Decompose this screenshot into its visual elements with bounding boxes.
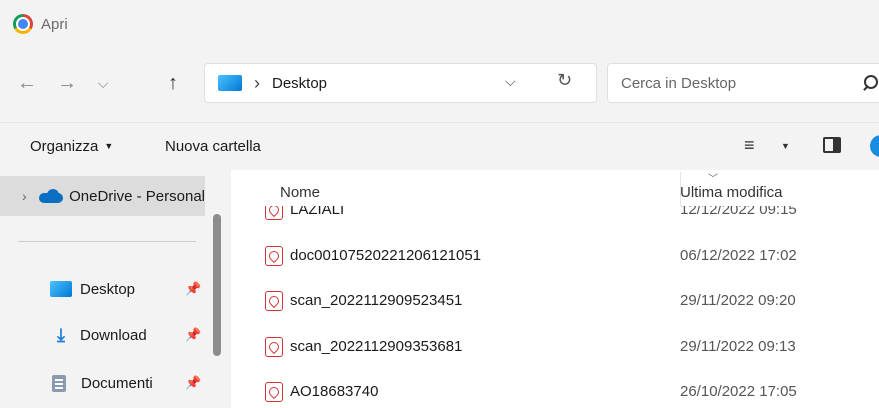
search-icon[interactable] (863, 74, 879, 92)
file-modified-date: 26/10/2022 17:05 (680, 383, 797, 400)
download-icon: ⤓ (57, 324, 65, 345)
sidebar-item-desktop[interactable]: Desktop 📌 (50, 274, 215, 304)
chevron-down-icon[interactable]: ⌵ (505, 73, 516, 90)
arrow-right-icon[interactable]: → (52, 70, 82, 96)
table-row[interactable]: scan_2022112909353681 29/11/2022 09:13 (231, 327, 879, 367)
chrome-logo-icon (13, 14, 33, 34)
pdf-file-icon (265, 382, 283, 402)
chevron-right-icon[interactable]: › (22, 188, 29, 204)
navigation-pane: › OneDrive - Personal Desktop 📌 ⤓ Downlo… (0, 170, 231, 408)
file-name: scan_2022112909523451 (290, 292, 463, 309)
refresh-icon[interactable]: ↻ (557, 70, 572, 91)
sidebar-item-onedrive[interactable]: › OneDrive - Personal (0, 176, 205, 216)
pdf-file-icon (265, 246, 283, 266)
sidebar-item-label: Documenti (81, 374, 153, 392)
sidebar-item-documents[interactable]: Documenti 📌 (50, 368, 215, 398)
window-title: Apri (41, 15, 68, 33)
caret-down-icon[interactable]: ▼ (781, 141, 790, 151)
search-box[interactable] (607, 63, 879, 103)
sidebar-item-label: Desktop (80, 280, 136, 298)
table-row[interactable]: AO18683740 26/10/2022 17:05 (231, 372, 879, 408)
organize-label: Organizza (30, 138, 99, 155)
file-name: AO18683740 (290, 383, 379, 400)
sidebar-item-label: Download (80, 326, 147, 344)
organize-button[interactable]: Organizza ▼ (30, 138, 113, 155)
file-modified-date: 06/12/2022 17:02 (680, 247, 797, 264)
arrow-left-icon[interactable]: ← (12, 70, 42, 96)
file-modified-date: 29/11/2022 09:20 (680, 292, 796, 309)
table-row[interactable]: scan_2022112909523451 29/11/2022 09:20 (231, 281, 879, 321)
help-icon[interactable] (870, 135, 879, 157)
new-folder-button[interactable]: Nuova cartella (165, 138, 261, 155)
sidebar-item-download[interactable]: ⤓ Download 📌 (50, 320, 215, 350)
title-bar: Apri (0, 0, 879, 48)
desktop-folder-icon (50, 281, 72, 297)
pin-icon[interactable]: 📌 (185, 327, 201, 343)
pdf-file-icon (265, 291, 283, 311)
file-list: Nome ﹀ Ultima modifica LAZIALI 12/12/202… (231, 170, 879, 408)
file-name: scan_2022112909353681 (290, 338, 463, 355)
arrow-up-icon[interactable]: ↑ (158, 70, 188, 96)
sidebar-scrollbar[interactable] (213, 214, 221, 356)
search-input[interactable] (621, 74, 841, 92)
pin-icon[interactable]: 📌 (185, 281, 201, 297)
pdf-file-icon (265, 337, 283, 357)
file-name: doc00107520221206121051 (290, 247, 482, 264)
file-modified-date: 29/11/2022 09:13 (680, 338, 796, 355)
cloud-icon (39, 189, 64, 203)
breadcrumb-desktop[interactable]: Desktop (272, 75, 327, 92)
sidebar-divider (18, 241, 196, 242)
breadcrumb-separator: › (254, 72, 260, 93)
navigation-bar: ← → ⌵ ↑ › Desktop ⌵ ↻ (0, 48, 879, 116)
preview-pane-icon[interactable] (823, 137, 841, 153)
command-bar: Organizza ▼ Nuova cartella ≡ ▼ (0, 122, 879, 170)
view-details-icon[interactable]: ≡ (744, 135, 755, 156)
address-bar[interactable]: › Desktop ⌵ ↻ (204, 63, 597, 103)
column-header-row: Nome ﹀ Ultima modifica (231, 170, 879, 206)
table-row[interactable]: doc00107520221206121051 06/12/2022 17:02 (231, 236, 879, 276)
pin-icon[interactable]: 📌 (185, 375, 201, 391)
chevron-down-icon[interactable]: ⌵ (88, 70, 118, 96)
documents-icon (52, 374, 66, 392)
column-header-modified[interactable]: Ultima modifica (680, 184, 783, 201)
desktop-folder-icon (218, 75, 242, 91)
caret-down-icon: ▼ (104, 141, 114, 151)
sidebar-item-label: OneDrive - Personal (69, 187, 205, 205)
sort-chevron-icon: ﹀ (708, 174, 718, 185)
column-header-name[interactable]: Nome (280, 184, 320, 201)
